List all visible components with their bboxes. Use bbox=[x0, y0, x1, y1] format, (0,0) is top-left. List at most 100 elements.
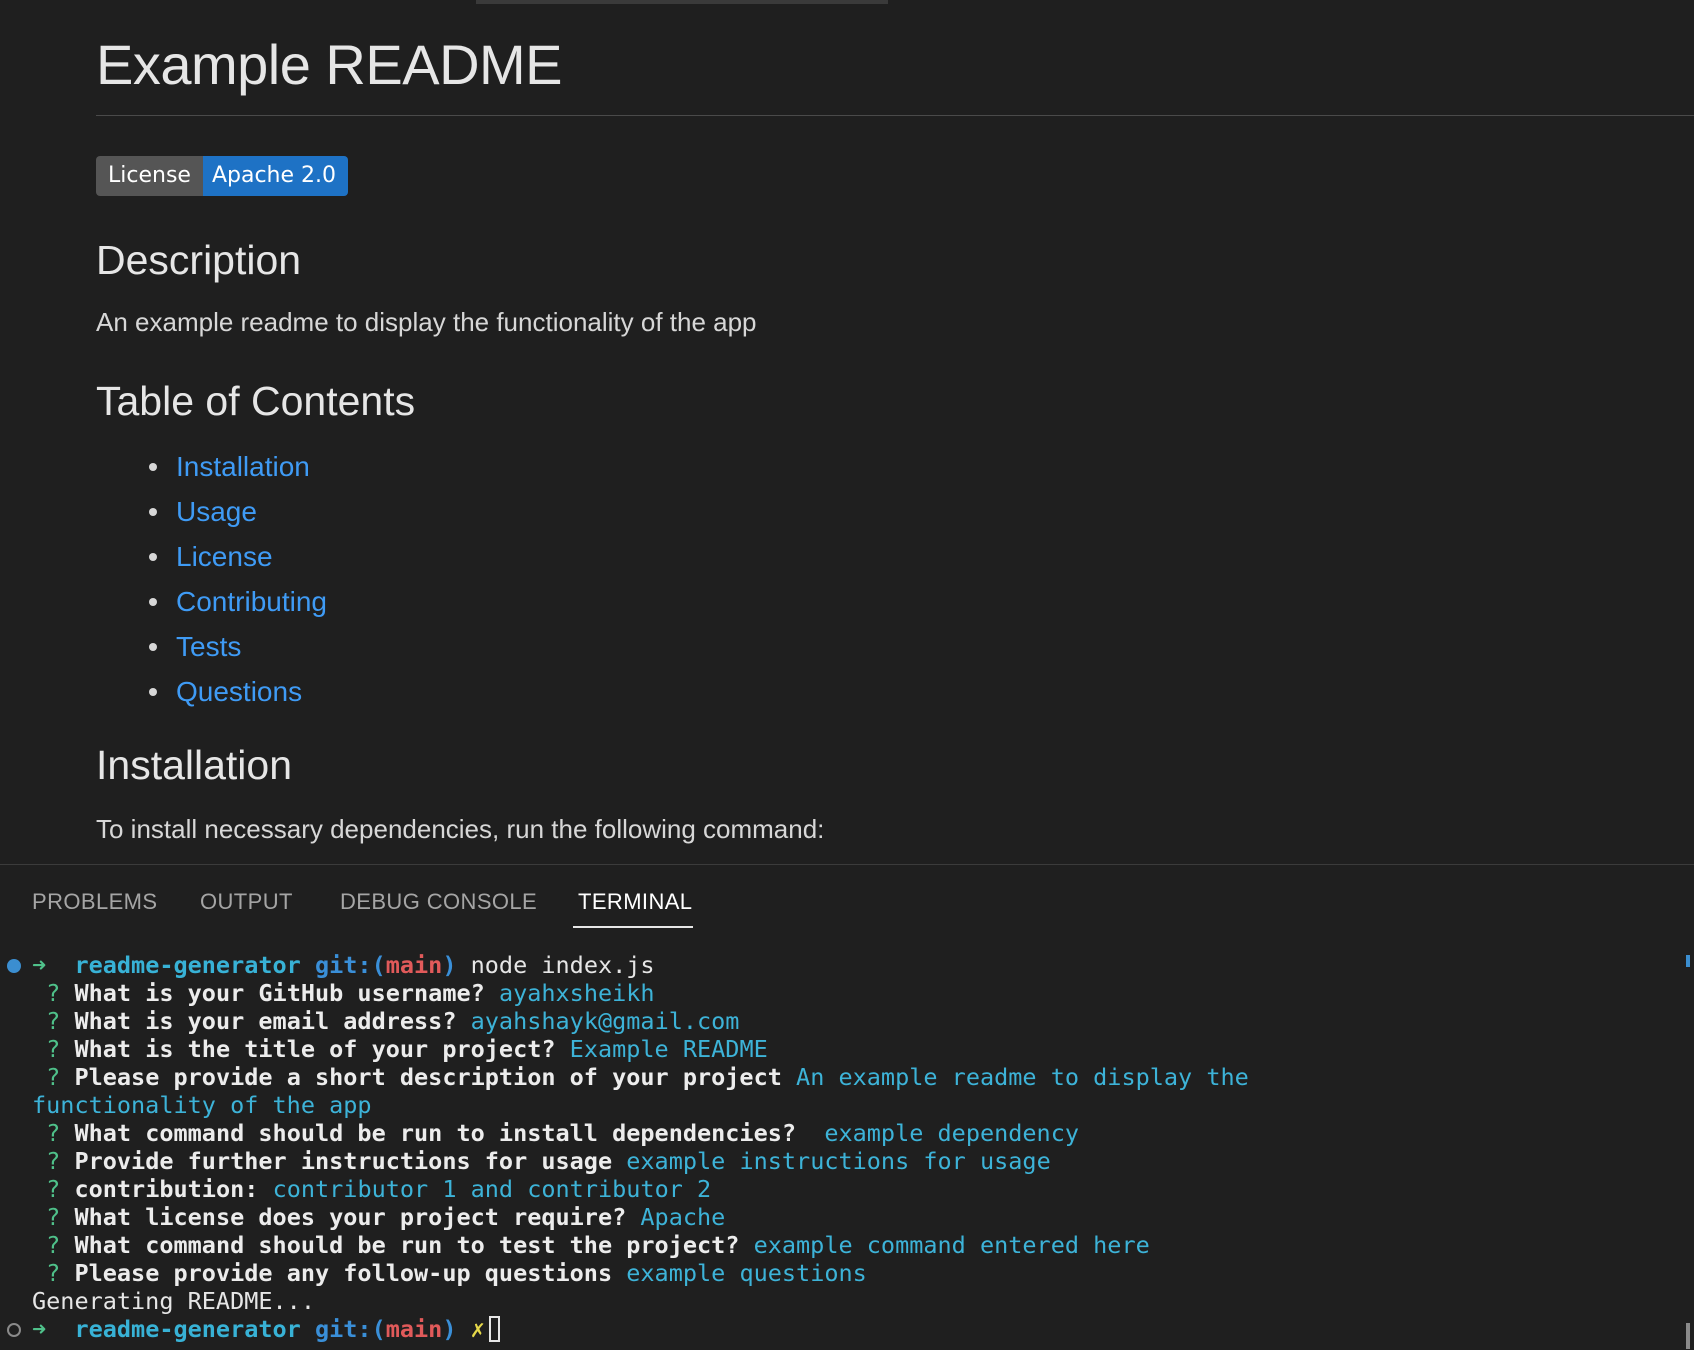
question-mark: ? bbox=[46, 1035, 61, 1063]
description-text: An example readme to display the functio… bbox=[96, 307, 757, 337]
question-mark: ? bbox=[46, 1231, 61, 1259]
tab-output[interactable]: OUTPUT bbox=[200, 889, 293, 925]
toc-item: Contributing bbox=[146, 579, 327, 624]
answer-text: An example readme to display the bbox=[796, 1063, 1249, 1091]
command-pending-dot-icon[interactable] bbox=[7, 1323, 21, 1337]
description-heading: Description bbox=[96, 237, 302, 283]
badge-label: License bbox=[96, 156, 203, 196]
terminal-cursor bbox=[488, 1316, 500, 1342]
question-text: What license does your project require? bbox=[74, 1203, 627, 1231]
prompt-arrow-icon: ➜ bbox=[32, 1315, 47, 1343]
terminal-qa-line: ? Please provide any follow-up questions… bbox=[32, 1259, 867, 1287]
prompt-branch: main bbox=[385, 951, 443, 979]
toc-link-questions[interactable]: Questions bbox=[176, 676, 302, 707]
terminal-prompt-line: ➜ readme-generator git:(main) ✗ bbox=[32, 1315, 500, 1343]
terminal-qa-line: ? What is the title of your project? Exa… bbox=[32, 1035, 768, 1063]
answer-text: example dependency bbox=[810, 1119, 1080, 1147]
terminal[interactable]: ➜ readme-generator git:(main) node index… bbox=[0, 929, 1694, 1350]
answer-text-continued: functionality of the app bbox=[32, 1091, 372, 1119]
installation-text: To install necessary dependencies, run t… bbox=[96, 814, 825, 844]
question-text: What is the title of your project? bbox=[74, 1035, 556, 1063]
prompt-git-open: git:( bbox=[314, 951, 386, 979]
question-mark: ? bbox=[46, 1175, 61, 1203]
question-text: What command should be run to test the p… bbox=[74, 1231, 740, 1259]
question-mark: ? bbox=[46, 1259, 61, 1287]
toc-link-tests[interactable]: Tests bbox=[176, 631, 241, 662]
dirty-mark-icon: ✗ bbox=[470, 1315, 485, 1343]
question-text: contribution: bbox=[74, 1175, 259, 1203]
toc-item: Questions bbox=[146, 669, 327, 714]
tab-problems[interactable]: PROBLEMS bbox=[32, 889, 157, 925]
terminal-status-line: Generating README... bbox=[32, 1287, 315, 1315]
toc-link-license[interactable]: License bbox=[176, 541, 273, 572]
installation-heading: Installation bbox=[96, 742, 293, 788]
license-badge: License Apache 2.0 bbox=[96, 156, 349, 196]
answer-text: Apache bbox=[640, 1203, 726, 1231]
prompt-git-close: ) bbox=[442, 1315, 457, 1343]
prompt-command: node index.js bbox=[470, 951, 655, 979]
answer-text: ayahxsheikh bbox=[498, 979, 655, 1007]
toc-item: License bbox=[146, 534, 327, 579]
bullet-icon bbox=[149, 643, 157, 651]
toc-link-usage[interactable]: Usage bbox=[176, 496, 257, 527]
toc-item: Tests bbox=[146, 624, 327, 669]
question-mark: ? bbox=[46, 1007, 61, 1035]
terminal-qa-line: ? What is your GitHub username? ayahxshe… bbox=[32, 979, 655, 1007]
terminal-qa-line: ? contribution: contributor 1 and contri… bbox=[32, 1175, 711, 1203]
panel-tabs: PROBLEMS OUTPUT DEBUG CONSOLE TERMINAL bbox=[0, 865, 1694, 929]
bullet-icon bbox=[149, 508, 157, 516]
terminal-qa-line: ? Please provide a short description of … bbox=[32, 1063, 1249, 1091]
prompt-branch: main bbox=[385, 1315, 443, 1343]
markdown-preview[interactable]: Example README License Apache 2.0 Descri… bbox=[0, 0, 1694, 864]
terminal-command-line: ➜ readme-generator git:(main) node index… bbox=[32, 951, 655, 979]
vscode-window: Example README License Apache 2.0 Descri… bbox=[0, 0, 1694, 1350]
bullet-icon bbox=[149, 553, 157, 561]
active-tab-indicator bbox=[573, 926, 693, 928]
question-text: Please provide a short description of yo… bbox=[74, 1063, 782, 1091]
prompt-dir: readme-generator bbox=[74, 1315, 301, 1343]
question-text: What is your GitHub username? bbox=[74, 979, 485, 1007]
terminal-wrap-line: functionality of the app bbox=[32, 1091, 372, 1119]
answer-text: ayahshayk@gmail.com bbox=[470, 1007, 740, 1035]
bullet-icon bbox=[149, 463, 157, 471]
answer-text: example instructions for usage bbox=[626, 1147, 1051, 1175]
question-mark: ? bbox=[46, 1203, 61, 1231]
horizontal-scrollbar-thumb[interactable] bbox=[476, 0, 888, 4]
question-text: What is your email address? bbox=[74, 1007, 457, 1035]
toc-link-installation[interactable]: Installation bbox=[176, 451, 310, 482]
scrollbar-thumb[interactable] bbox=[1686, 1323, 1690, 1349]
terminal-qa-line: ? What is your email address? ayahshayk@… bbox=[32, 1007, 739, 1035]
answer-text: Example README bbox=[569, 1035, 768, 1063]
question-mark: ? bbox=[46, 1147, 61, 1175]
prompt-git-close: ) bbox=[442, 951, 457, 979]
question-mark: ? bbox=[46, 979, 61, 1007]
tab-debug-console[interactable]: DEBUG CONSOLE bbox=[340, 889, 537, 925]
terminal-qa-line: ? What command should be run to install … bbox=[32, 1119, 1079, 1147]
question-mark: ? bbox=[46, 1063, 61, 1091]
terminal-qa-line: ? Provide further instructions for usage… bbox=[32, 1147, 1051, 1175]
bullet-icon bbox=[149, 598, 157, 606]
bullet-icon bbox=[149, 688, 157, 696]
toc-list: Installation Usage License Contributing … bbox=[146, 444, 327, 714]
toc-link-contributing[interactable]: Contributing bbox=[176, 586, 327, 617]
scrollbar-marker bbox=[1686, 955, 1690, 967]
question-text: Provide further instructions for usage bbox=[74, 1147, 613, 1175]
answer-text: example questions bbox=[626, 1259, 867, 1287]
readme-title: Example README bbox=[96, 33, 563, 96]
terminal-qa-line: ? What command should be run to test the… bbox=[32, 1231, 1150, 1259]
toc-item: Installation bbox=[146, 444, 327, 489]
question-mark: ? bbox=[46, 1119, 61, 1147]
answer-text: example command entered here bbox=[753, 1231, 1150, 1259]
toc-heading: Table of Contents bbox=[96, 378, 416, 424]
tab-terminal[interactable]: TERMINAL bbox=[578, 889, 692, 925]
terminal-qa-line: ? What license does your project require… bbox=[32, 1203, 725, 1231]
prompt-dir: readme-generator bbox=[74, 951, 301, 979]
prompt-arrow-icon: ➜ bbox=[32, 951, 47, 979]
title-divider bbox=[96, 115, 1694, 116]
badge-value: Apache 2.0 bbox=[202, 156, 349, 196]
toc-item: Usage bbox=[146, 489, 327, 534]
question-text: Please provide any follow-up questions bbox=[74, 1259, 613, 1287]
question-text: What command should be run to install de… bbox=[74, 1119, 797, 1147]
bottom-panel: PROBLEMS OUTPUT DEBUG CONSOLE TERMINAL ➜… bbox=[0, 864, 1694, 1350]
command-success-dot-icon[interactable] bbox=[7, 959, 21, 973]
